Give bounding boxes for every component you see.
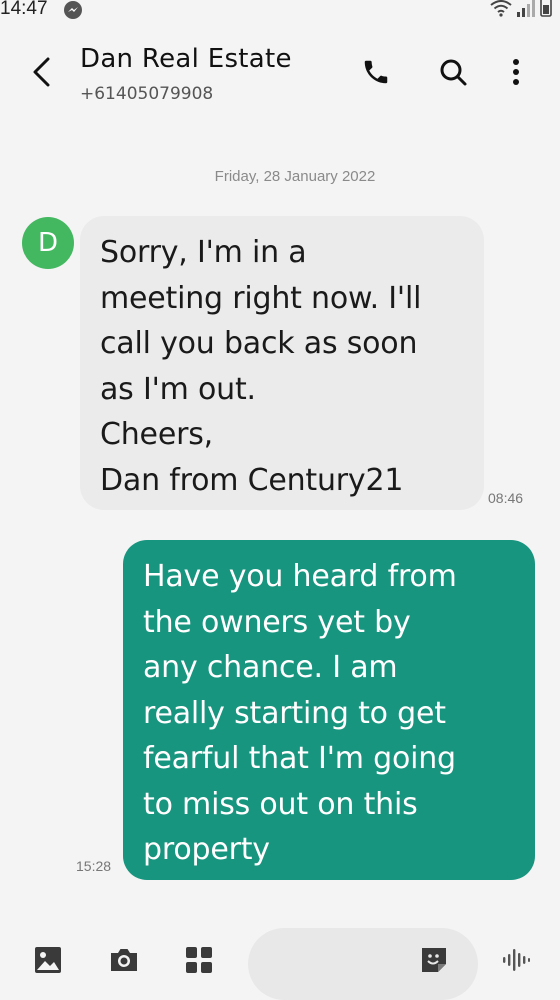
outgoing-message-text: Have you heard from the owners yet by an…: [143, 559, 457, 867]
search-icon: [438, 57, 468, 91]
image-icon: [33, 945, 63, 979]
status-bar: 14:47: [0, 0, 560, 24]
date-separator: Friday, 28 January 2022: [214, 168, 376, 185]
battery-icon: [540, 0, 552, 21]
sticker-button[interactable]: [414, 942, 454, 982]
contact-avatar[interactable]: D: [22, 217, 74, 269]
conversation-header: Dan Real Estate +61405079908: [0, 24, 560, 124]
more-vertical-icon: [511, 57, 521, 91]
apps-button[interactable]: [179, 942, 219, 982]
incoming-message-bubble[interactable]: Sorry, I'm in a meeting right now. I'll …: [80, 216, 484, 510]
incoming-message-text: Sorry, I'm in a meeting right now. I'll …: [100, 235, 422, 498]
phone-icon: [361, 57, 391, 91]
camera-button[interactable]: [104, 942, 144, 982]
search-button[interactable]: [431, 52, 475, 96]
contact-name: Dan Real Estate: [80, 44, 292, 74]
apps-grid-icon: [184, 945, 214, 979]
back-button[interactable]: [22, 54, 62, 94]
sticker-icon: [419, 945, 449, 979]
call-button[interactable]: [354, 52, 398, 96]
gallery-button[interactable]: [28, 942, 68, 982]
back-arrow-icon: [30, 57, 54, 91]
incoming-message-time: 08:46: [488, 490, 524, 506]
outgoing-message-time: 15:28: [76, 858, 112, 874]
voice-record-button[interactable]: [496, 942, 536, 982]
status-time: 14:47: [0, 0, 48, 19]
signal-icon: [516, 0, 536, 21]
outgoing-message-bubble[interactable]: Have you heard from the owners yet by an…: [123, 540, 535, 880]
camera-icon: [108, 945, 140, 979]
composer-bar: [0, 922, 560, 1000]
status-icons: [490, 0, 552, 21]
contact-number: +61405079908: [80, 84, 214, 104]
more-options-button[interactable]: [494, 52, 538, 96]
voice-icon: [501, 945, 531, 979]
wifi-icon: [490, 0, 512, 21]
avatar-letter: D: [37, 228, 59, 258]
messenger-icon: [64, 1, 82, 19]
